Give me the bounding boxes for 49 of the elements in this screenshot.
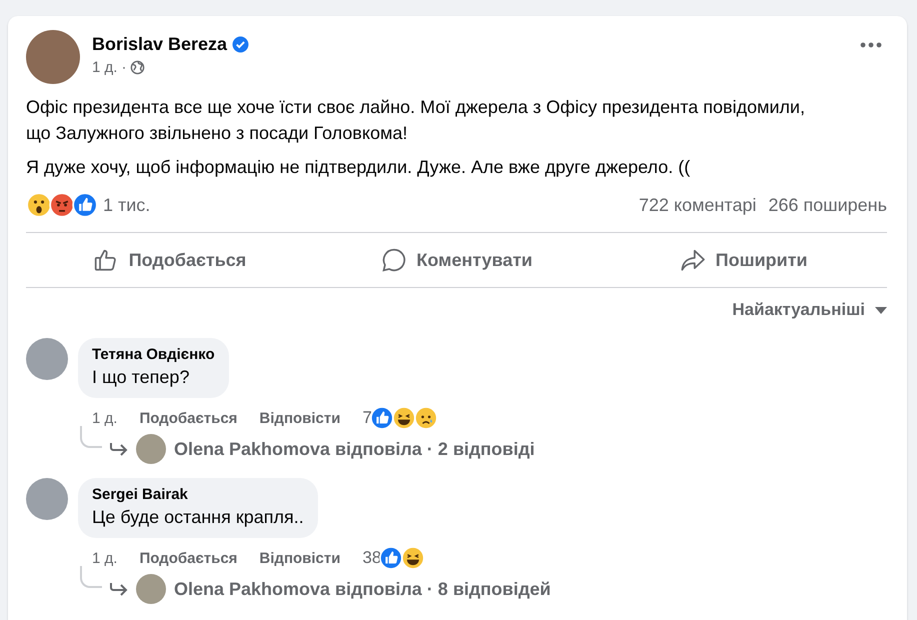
thread-line [80, 566, 102, 588]
comment-button[interactable]: Коментувати [313, 237, 600, 283]
like-link[interactable]: Подобається [139, 410, 238, 426]
reaction-count[interactable]: 7 [362, 408, 372, 428]
more-dots-icon [859, 42, 883, 48]
post-text: Офіс президента все ще хоче їсти своє лайно. Мої джерела з Офісу президента повідомили, що Залужного звільнено з посади Головкома! [26, 96, 806, 145]
thumbs-up-icon [92, 247, 119, 273]
post-text: Я дуже хочу, щоб інформацію не підтвердили. Дуже. Але вже друге джерело. (( [26, 156, 692, 179]
share-button[interactable]: Поширити [600, 237, 887, 283]
caret-icon [875, 306, 887, 314]
reply-arrow-icon [110, 582, 128, 596]
avatar-photo-placeholder[interactable] [26, 338, 68, 380]
avatar-photo-placeholder[interactable] [136, 434, 166, 464]
avatar-photo-placeholder[interactable] [136, 574, 166, 604]
reply-arrow-icon [110, 442, 128, 456]
share-arrow-icon [680, 247, 706, 273]
author-name[interactable]: Borislav Bereza [92, 34, 228, 55]
reaction-count[interactable]: 38 [362, 548, 382, 568]
like-link[interactable]: Подобається [139, 550, 238, 566]
shares-count[interactable]: 266 поширень [768, 194, 887, 216]
comment-time[interactable]: 1 д. [92, 410, 118, 426]
angry-face-icon [49, 192, 75, 218]
like-button[interactable]: Подобається [26, 237, 313, 283]
comments-count[interactable]: 722 коментарі [638, 194, 756, 216]
separator-dot: · [121, 59, 126, 76]
like-reaction-icon [379, 546, 404, 570]
like-reaction-icon [370, 406, 394, 430]
view-replies-link[interactable]: Olena Pakhomova відповіла · 2 відповіді [174, 438, 535, 460]
comment-text: Це буде остання крапля.. [92, 507, 304, 528]
comment-author[interactable]: Тетяна Овдієнко [92, 346, 215, 363]
reply-link[interactable]: Відповісти [259, 410, 340, 426]
laughing-face-icon [392, 406, 416, 430]
laughing-face-icon [401, 546, 426, 570]
sort-dropdown[interactable]: Найактуальніші [732, 296, 887, 324]
post-time[interactable]: 1 д. [92, 59, 118, 76]
like-reaction-icon [72, 192, 98, 218]
reply-link[interactable]: Відповісти [259, 550, 340, 566]
comment-text: І що тепер? [92, 367, 190, 388]
avatar-photo-placeholder[interactable] [26, 30, 80, 84]
surprised-face-icon [26, 192, 52, 218]
comment-author[interactable]: Sergei Bairak [92, 486, 304, 503]
comment-time[interactable]: 1 д. [92, 550, 118, 566]
globe-icon [130, 60, 146, 75]
crying-face-icon [414, 406, 438, 430]
speech-bubble-icon [380, 247, 407, 273]
reaction-count[interactable]: 1 тис. [103, 194, 639, 216]
thread-line [80, 426, 102, 448]
view-replies-link[interactable]: Olena Pakhomova відповіла · 8 відповідей [174, 578, 551, 600]
avatar-photo-placeholder[interactable] [26, 478, 68, 520]
